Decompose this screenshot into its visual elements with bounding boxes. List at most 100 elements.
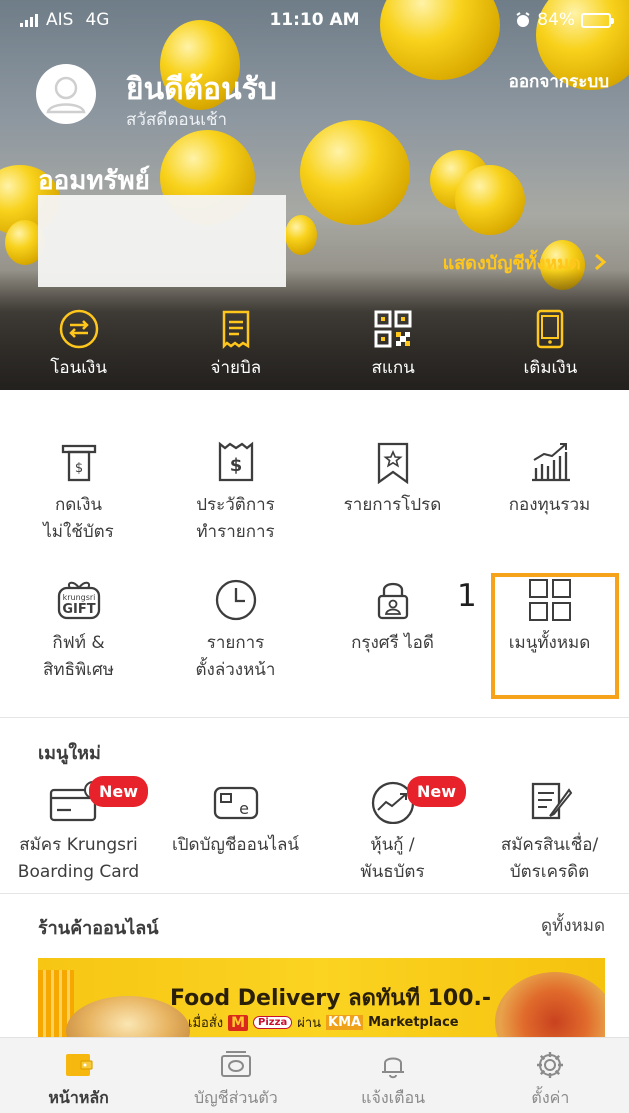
loan-line1: สมัครสินเชื่อ/ <box>500 835 599 855</box>
menu-scheduled-line1: รายการ <box>206 633 265 653</box>
show-all-accounts-label: แสดงบัญชีทั้งหมด <box>442 253 581 274</box>
new-menu-bonds[interactable]: New หุ้นกู้ / พันธบัตร <box>314 776 471 886</box>
menu-cardless-withdraw-line2: ไม่ใช้บัตร <box>43 522 114 542</box>
bell-icon <box>382 1057 405 1079</box>
new-menu-open-account-online[interactable]: e เปิดบัญชีออนไลน์ <box>157 778 314 886</box>
status-bar: AIS 4G 11:10 AM 84% <box>0 0 629 40</box>
balloon <box>285 215 317 255</box>
home-wallet-icon <box>65 1054 93 1076</box>
bottom-tab-bar: หน้าหลัก บัญชีส่วนตัว แจ้งเตือน ตั้งค่า <box>0 1037 629 1113</box>
tab-home-label: หน้าหลัก <box>48 1088 109 1107</box>
promo-sub-prefix: เมื่อสั่ง <box>188 1016 224 1031</box>
receipt-icon: $ <box>218 441 253 482</box>
tab-notifications[interactable]: แจ้งเตือน <box>315 1038 472 1113</box>
promo-banner[interactable]: Food Delivery ลดทันที 100.- เมื่อสั่ง M … <box>38 958 605 1038</box>
bonds-line2: พันธบัตร <box>360 862 425 882</box>
promo-headline: Food Delivery ลดทันที 100.- <box>170 986 492 1011</box>
tab-home[interactable]: หน้าหลัก <box>0 1038 157 1113</box>
money-icon <box>220 1051 251 1077</box>
pizza-image <box>495 972 605 1038</box>
quick-transfer-label: โอนเงิน <box>50 358 107 378</box>
chevron-right-icon <box>595 253 607 271</box>
kma-logo: KMA <box>326 1015 364 1030</box>
annotation-number: 1 <box>457 578 477 614</box>
mcdonalds-logo: M <box>228 1014 249 1031</box>
menu-favorites-label: รายการโปรด <box>343 495 442 515</box>
e-account-letter: e <box>239 799 249 818</box>
menu-mutual-fund[interactable]: กองทุนรวม <box>471 440 628 578</box>
new-menu-row: New สมัคร Krungsri Boarding Card e เปิดบ… <box>0 776 629 886</box>
balloon <box>300 120 410 225</box>
user-icon <box>46 76 86 114</box>
battery-percent: 84% <box>537 10 575 30</box>
highlight-box <box>491 573 619 699</box>
promo-sub-suffix: Marketplace <box>368 1015 459 1030</box>
svg-text:$: $ <box>229 455 242 476</box>
divider <box>0 717 629 718</box>
quick-scan-label: สแกน <box>371 358 415 378</box>
tab-my-accounts-label: บัญชีส่วนตัว <box>194 1088 278 1107</box>
menu-scheduled-transactions[interactable]: รายการ ตั้งล่วงหน้า <box>157 578 314 716</box>
battery-icon <box>581 12 614 28</box>
loan-form-icon <box>531 782 572 820</box>
gear-icon <box>537 1052 564 1078</box>
phone-topup-icon <box>537 309 564 349</box>
avatar[interactable] <box>36 64 96 124</box>
e-account-icon: e <box>213 786 258 820</box>
menu-scheduled-line2: ตั้งล่วงหน้า <box>195 660 276 680</box>
logout-link[interactable]: ออกจากระบบ <box>509 68 609 95</box>
show-all-accounts-link[interactable]: แสดงบัญชีทั้งหมด <box>443 248 607 277</box>
menu-transaction-history-line2: ทำรายการ <box>196 522 275 542</box>
quick-transfer[interactable]: โอนเงิน <box>0 300 157 390</box>
account-info-redacted <box>38 195 286 287</box>
alarm-icon <box>516 12 530 27</box>
quick-pay-bill[interactable]: จ่ายบิล <box>157 300 314 390</box>
boarding-card-line2: Boarding Card <box>17 862 140 882</box>
tab-my-accounts[interactable]: บัญชีส่วนตัว <box>157 1038 314 1113</box>
menu-favorites[interactable]: รายการโปรด <box>314 440 471 578</box>
new-badge: New <box>407 776 467 807</box>
transfer-icon <box>59 309 98 349</box>
fund-chart-icon <box>531 443 570 482</box>
see-all-link[interactable]: ดูทั้งหมด <box>541 912 605 939</box>
bonds-line1: หุ้นกู้ / <box>370 835 415 855</box>
quick-scan[interactable]: สแกน <box>315 300 472 390</box>
menu-gift-privilege[interactable]: krungsri GIFT กิฟท์ & สิทธิพิเศษ <box>0 578 157 716</box>
new-menu-boarding-card[interactable]: New สมัคร Krungsri Boarding Card <box>0 776 157 886</box>
balloon <box>455 165 525 235</box>
new-menu-title: เมนูใหม่ <box>38 743 101 764</box>
loan-line2: บัตรเครดิต <box>509 862 590 882</box>
lock-id-icon <box>377 582 408 620</box>
qr-scan-icon <box>374 310 412 348</box>
new-badge: New <box>89 776 149 807</box>
battery-info: 84% <box>515 10 614 30</box>
menu-gift-line2: สิทธิพิเศษ <box>43 660 114 680</box>
quick-topup-label: เติมเงิน <box>523 358 578 378</box>
greeting-text: สวัสดีตอนเช้า <box>126 110 228 130</box>
gift-icon-top-text: krungsri <box>62 593 95 602</box>
menu-mutual-fund-label: กองทุนรวม <box>508 495 591 515</box>
menu-cardless-withdraw[interactable]: $ กดเงิน ไม่ใช้บัตร <box>0 440 157 578</box>
quick-topup[interactable]: เติมเงิน <box>472 300 629 390</box>
gift-icon: krungsri GIFT <box>57 581 100 620</box>
open-account-label: เปิดบัญชีออนไลน์ <box>171 835 300 855</box>
boarding-card-line1: สมัคร Krungsri <box>19 835 138 855</box>
bill-icon <box>222 310 250 350</box>
promo-sub-via: ผ่าน <box>297 1016 322 1031</box>
quick-actions: โอนเงิน จ่ายบิล สแกน เติมเงิน <box>0 300 629 390</box>
divider <box>0 893 629 894</box>
favorite-bookmark-icon <box>377 442 408 484</box>
pizza-hut-logo: Pizza <box>253 1016 293 1029</box>
new-menu-loan-credit-card[interactable]: สมัครสินเชื่อ/ บัตรเครดิต <box>471 778 628 886</box>
menu-krungsri-id[interactable]: กรุงศรี ไอดี <box>314 578 471 716</box>
online-shop-title: ร้านค้าออนไลน์ <box>38 918 159 939</box>
quick-pay-bill-label: จ่ายบิล <box>210 358 262 378</box>
cardless-withdraw-icon: $ <box>61 444 96 482</box>
menu-cardless-withdraw-line1: กดเงิน <box>54 495 103 515</box>
tab-settings[interactable]: ตั้งค่า <box>472 1038 629 1113</box>
menu-transaction-history[interactable]: $ ประวัติการ ทำรายการ <box>157 440 314 578</box>
tab-settings-label: ตั้งค่า <box>531 1088 570 1107</box>
menu-gift-line1: กิฟท์ & <box>52 633 105 653</box>
header-banner: AIS 4G 11:10 AM 84% ยินดีต้อนรับ สวัสดีต… <box>0 0 629 390</box>
menu-krungsri-id-label: กรุงศรี ไอดี <box>351 633 434 653</box>
